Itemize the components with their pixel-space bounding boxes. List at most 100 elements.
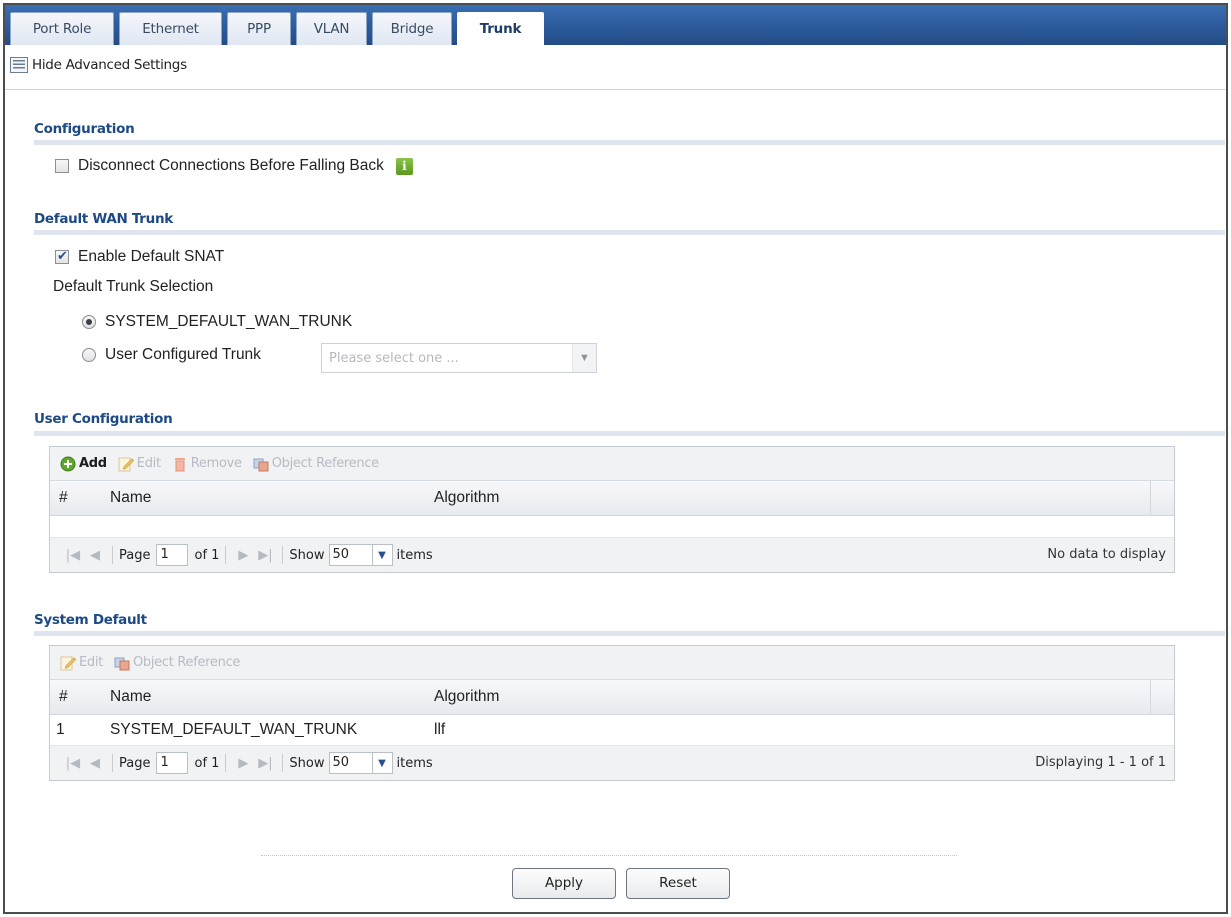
chevron-down-icon[interactable]: ▼ [372,752,393,774]
next-page-icon[interactable]: ▶ [232,756,254,771]
add-label: Add [79,456,107,471]
section-title-configuration: Configuration [34,121,135,137]
pager-separator [282,754,284,772]
edit-button[interactable]: Edit [60,655,103,671]
section-title-user-configuration: User Configuration [34,411,173,427]
list-icon [10,57,28,73]
column-header-num[interactable]: # [50,688,100,706]
user-configured-trunk-label: User Configured Trunk [105,346,261,363]
prev-page-icon[interactable]: ◀ [84,548,106,563]
row-num: 1 [56,721,65,738]
chevron-down-icon[interactable]: ▼ [572,344,596,372]
items-label: items [396,547,433,563]
chevron-down-icon[interactable]: ▼ [372,544,393,566]
system-default-trunk-label: SYSTEM_DEFAULT_WAN_TRUNK [105,313,353,330]
system-default-pager: |◀ ◀ Page 1 of 1 ▶ ▶| Show 50 ▼ items Di… [50,746,1174,780]
enable-default-snat-checkbox[interactable] [55,248,69,264]
column-header-num[interactable]: # [50,489,100,507]
section-divider [34,230,1225,235]
pager-separator [282,546,284,564]
system-default-trunk-option: SYSTEM_DEFAULT_WAN_TRUNK [82,313,352,331]
default-trunk-selection-text: Default Trunk Selection [53,278,214,295]
section-title-system-default: System Default [34,612,147,628]
reset-button[interactable]: Reset [626,868,730,899]
edit-label: Edit [79,655,103,670]
pager-separator [225,546,227,564]
page-count-label: of 1 [194,755,220,771]
section-divider [34,631,1225,636]
table-row[interactable]: 1 SYSTEM_DEFAULT_WAN_TRUNK llf [50,715,1174,746]
divider [5,89,1226,90]
object-reference-icon [253,458,269,471]
prev-page-icon[interactable]: ◀ [84,756,106,771]
page-count-label: of 1 [194,547,220,563]
table-header: # Name Algorithm [50,680,1174,715]
column-header-algorithm[interactable]: Algorithm [424,688,1150,706]
enable-default-snat-label: Enable Default SNAT [78,248,225,265]
table-header: # Name Algorithm [50,481,1174,516]
footer-divider [261,855,957,856]
user-configured-trunk-option: User Configured Trunk [82,346,261,364]
tab-port-role[interactable]: Port Role [10,12,114,45]
system-default-toolbar: Edit Object Reference [50,646,1174,680]
user-trunk-select[interactable]: Please select one ... ▼ [321,343,597,373]
first-page-icon[interactable]: |◀ [62,756,84,771]
trash-icon [174,457,185,471]
hide-advanced-label: Hide Advanced Settings [32,57,187,73]
tab-bar: Port Role Ethernet PPP VLAN Bridge Trunk [5,5,1226,46]
page-label: Page [119,755,151,771]
row-name: SYSTEM_DEFAULT_WAN_TRUNK [110,721,358,738]
items-label: items [396,755,433,771]
pager-separator [112,546,113,564]
page-frame: Port Role Ethernet PPP VLAN Bridge Trunk… [3,3,1228,914]
page-number-input[interactable]: 1 [156,752,189,774]
object-reference-button[interactable]: Object Reference [114,655,240,671]
disconnect-connections-checkbox[interactable] [55,159,69,173]
tab-trunk[interactable]: Trunk [457,12,544,46]
tab-ethernet[interactable]: Ethernet [119,12,222,45]
user-trunk-pager: |◀ ◀ Page 1 of 1 ▶ ▶| Show 50 ▼ items No… [50,538,1174,572]
page-size-select[interactable]: 50 [328,752,373,774]
column-header-spacer [1150,481,1174,515]
last-page-icon[interactable]: ▶| [254,548,276,563]
user-trunk-grid: Add Edit Remove Object Reference # Name … [49,446,1175,573]
tab-vlan[interactable]: VLAN [296,12,367,45]
page-label: Page [119,547,151,563]
add-button[interactable]: Add [60,456,107,472]
column-header-name[interactable]: Name [100,489,424,507]
object-reference-label: Object Reference [132,655,241,670]
tab-ppp[interactable]: PPP [227,12,291,45]
next-page-icon[interactable]: ▶ [232,548,254,563]
hide-advanced-settings-link[interactable]: Hide Advanced Settings [10,54,187,76]
edit-label: Edit [136,456,161,471]
edit-button[interactable]: Edit [118,456,161,472]
page-number-input[interactable]: 1 [156,544,189,566]
object-reference-label: Object Reference [271,456,379,471]
pager-separator [225,754,227,772]
edit-icon [118,457,134,471]
default-trunk-selection-label: Default Trunk Selection [53,278,213,296]
first-page-icon[interactable]: |◀ [62,548,84,563]
remove-button[interactable]: Remove [172,456,242,472]
last-page-icon[interactable]: ▶| [254,756,276,771]
pager-separator [112,754,113,772]
info-icon[interactable]: i [395,157,413,175]
section-divider [34,140,1225,145]
disconnect-connections-row: Disconnect Connections Before Falling Ba… [55,157,413,175]
system-default-trunk-radio[interactable] [82,315,96,329]
object-reference-icon [114,657,130,670]
user-configured-trunk-radio[interactable] [82,348,96,362]
user-trunk-select-placeholder: Please select one ... [329,351,459,366]
tab-bridge[interactable]: Bridge [372,12,452,45]
column-header-algorithm[interactable]: Algorithm [424,489,1150,507]
pager-status: Displaying 1 - 1 of 1 [1035,755,1166,770]
show-label: Show [289,755,325,771]
apply-button[interactable]: Apply [512,868,616,899]
add-icon [60,456,76,471]
object-reference-button[interactable]: Object Reference [253,456,379,472]
enable-snat-row: Enable Default SNAT [55,248,224,266]
column-header-spacer [1150,680,1174,714]
page-size-select[interactable]: 50 [328,544,373,566]
column-header-name[interactable]: Name [100,688,424,706]
section-title-default-wan-trunk: Default WAN Trunk [34,211,173,227]
